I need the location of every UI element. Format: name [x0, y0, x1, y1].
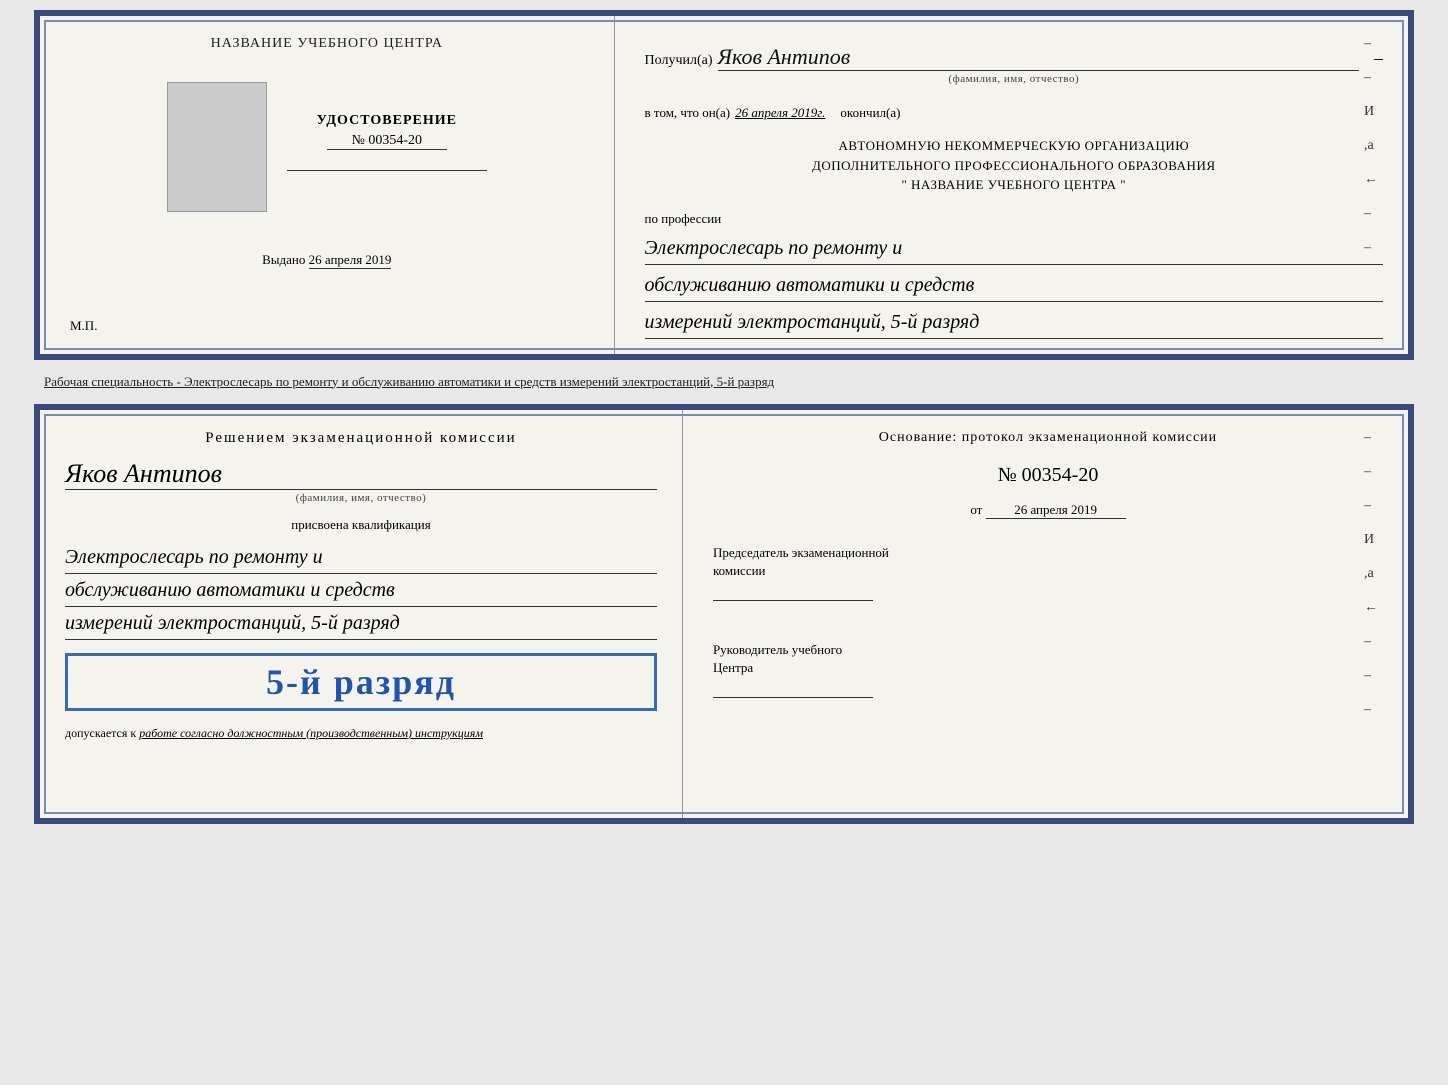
razryad-badge: 5-й разряд — [65, 653, 657, 711]
org-line1: АВТОНОМНУЮ НЕКОММЕРЧЕСКУЮ ОРГАНИЗАЦИЮ — [645, 136, 1383, 156]
org-block: АВТОНОМНУЮ НЕКОММЕРЧЕСКУЮ ОРГАНИЗАЦИЮ ДО… — [645, 136, 1383, 195]
okonchil-label: окончил(а) — [840, 105, 900, 121]
vertical-label-arrow2: ← — [1364, 600, 1378, 616]
predsedatel-signature-line — [713, 600, 873, 601]
predsedatel-label: Председатель экзаменационной комиссии — [713, 544, 1383, 580]
person-name-large: Яков Антипов — [65, 459, 657, 490]
org-line2: ДОПОЛНИТЕЛЬНОГО ПРОФЕССИОНАЛЬНОГО ОБРАЗО… — [645, 156, 1383, 176]
udost-block: УДОСТОВЕРЕНИЕ № 00354-20 — [287, 103, 487, 191]
rukovoditel-label: Руководитель учебного Центра — [713, 641, 1383, 677]
top-cert-left: НАЗВАНИЕ УЧЕБНОГО ЦЕНТРА УДОСТОВЕРЕНИЕ №… — [40, 16, 615, 354]
bottom-cert-right: Основание: протокол экзаменационной коми… — [683, 410, 1408, 818]
profession-label: по профессии — [645, 211, 722, 226]
profession-line2: обслуживанию автоматики и средств — [645, 269, 1383, 302]
separator-content: Рабочая специальность - Электрослесарь п… — [44, 374, 774, 389]
document-container: НАЗВАНИЕ УЧЕБНОГО ЦЕНТРА УДОСТОВЕРЕНИЕ №… — [34, 10, 1414, 824]
vertical-label-i2: И — [1364, 532, 1378, 548]
predsedatel-block: Председатель экзаменационной комиссии — [713, 544, 1383, 616]
dopuskaetsya-block: допускается к работе согласно должностны… — [65, 724, 657, 742]
profession-line3: измерений электростанций, 5-й разряд — [645, 306, 1383, 339]
resheniem-title: Решением экзаменационной комиссии — [65, 430, 657, 447]
fio-hint-top: (фамилия, имя, отчество) — [645, 73, 1383, 85]
dopuskaetsya-label: допускается к — [65, 726, 136, 740]
vydano-block: Выдано 26 апреля 2019 — [262, 252, 391, 269]
bottom-cert-left: Решением экзаменационной комиссии Яков А… — [40, 410, 683, 818]
qual-line3: измерений электростанций, 5-й разряд — [65, 607, 657, 640]
ot-date: 26 апреля 2019 — [986, 502, 1126, 519]
vydano-label: Выдано — [262, 252, 305, 267]
vtom-date: 26 апреля 2019г. — [735, 105, 825, 121]
vertical-dashes-top: – – И ,а ← – – — [1364, 36, 1378, 256]
ot-date-block: от 26 апреля 2019 — [713, 502, 1383, 519]
vydano-date: 26 апреля 2019 — [309, 252, 392, 269]
osnovanie-title: Основание: протокол экзаменационной коми… — [713, 430, 1383, 446]
poluchil-label: Получил(а) — [645, 53, 713, 69]
prisvoena-line: присвоена квалификация — [65, 517, 657, 533]
vertical-label-arrow: ← — [1364, 172, 1378, 188]
org-line3: " НАЗВАНИЕ УЧЕБНОГО ЦЕНТРА " — [645, 175, 1383, 195]
ot-label: от — [970, 502, 982, 517]
rukovoditel-block: Руководитель учебного Центра — [713, 641, 1383, 713]
dopuskaetsya-text: работе согласно должностным (производств… — [139, 726, 483, 740]
poluchil-name: Яков Антипов — [718, 44, 1359, 71]
profession-line1: Электрослесарь по ремонту и — [645, 232, 1383, 265]
poluchil-line: Получил(а) Яков Антипов – — [645, 44, 1383, 71]
udost-num: № 00354-20 — [327, 133, 447, 150]
protocol-num: № 00354-20 — [713, 464, 1383, 487]
fio-hint-bottom: (фамилия, имя, отчество) — [65, 492, 657, 504]
mp-label: М.П. — [70, 318, 97, 334]
bottom-certificate: Решением экзаменационной комиссии Яков А… — [34, 404, 1414, 824]
photo-placeholder — [167, 82, 267, 212]
qualification-block: Электрослесарь по ремонту и обслуживанию… — [65, 541, 657, 640]
vertical-label-a2: ,а — [1364, 566, 1378, 582]
vertical-label-a: ,а — [1364, 138, 1378, 154]
qual-line2: обслуживанию автоматики и средств — [65, 574, 657, 607]
person-name-block: Яков Антипов (фамилия, имя, отчество) — [65, 455, 657, 504]
rukovoditel-signature-line — [713, 697, 873, 698]
top-cert-center-title: НАЗВАНИЕ УЧЕБНОГО ЦЕНТРА — [211, 36, 443, 52]
qual-line1: Электрослесарь по ремонту и — [65, 541, 657, 574]
vtom-label: в том, что он(а) — [645, 105, 731, 121]
vtom-line: в том, что он(а) 26 апреля 2019г. окончи… — [645, 105, 1383, 121]
vertical-label-i: И — [1364, 104, 1378, 120]
top-cert-right: Получил(а) Яков Антипов – (фамилия, имя,… — [615, 16, 1408, 354]
profession-block: по профессии Электрослесарь по ремонту и… — [645, 210, 1383, 339]
separator-text: Рабочая специальность - Электрослесарь п… — [34, 368, 1414, 396]
vertical-dashes-bottom: – – – И ,а ← – – – — [1364, 430, 1378, 718]
top-certificate: НАЗВАНИЕ УЧЕБНОГО ЦЕНТРА УДОСТОВЕРЕНИЕ №… — [34, 10, 1414, 360]
udost-title: УДОСТОВЕРЕНИЕ — [287, 113, 487, 129]
